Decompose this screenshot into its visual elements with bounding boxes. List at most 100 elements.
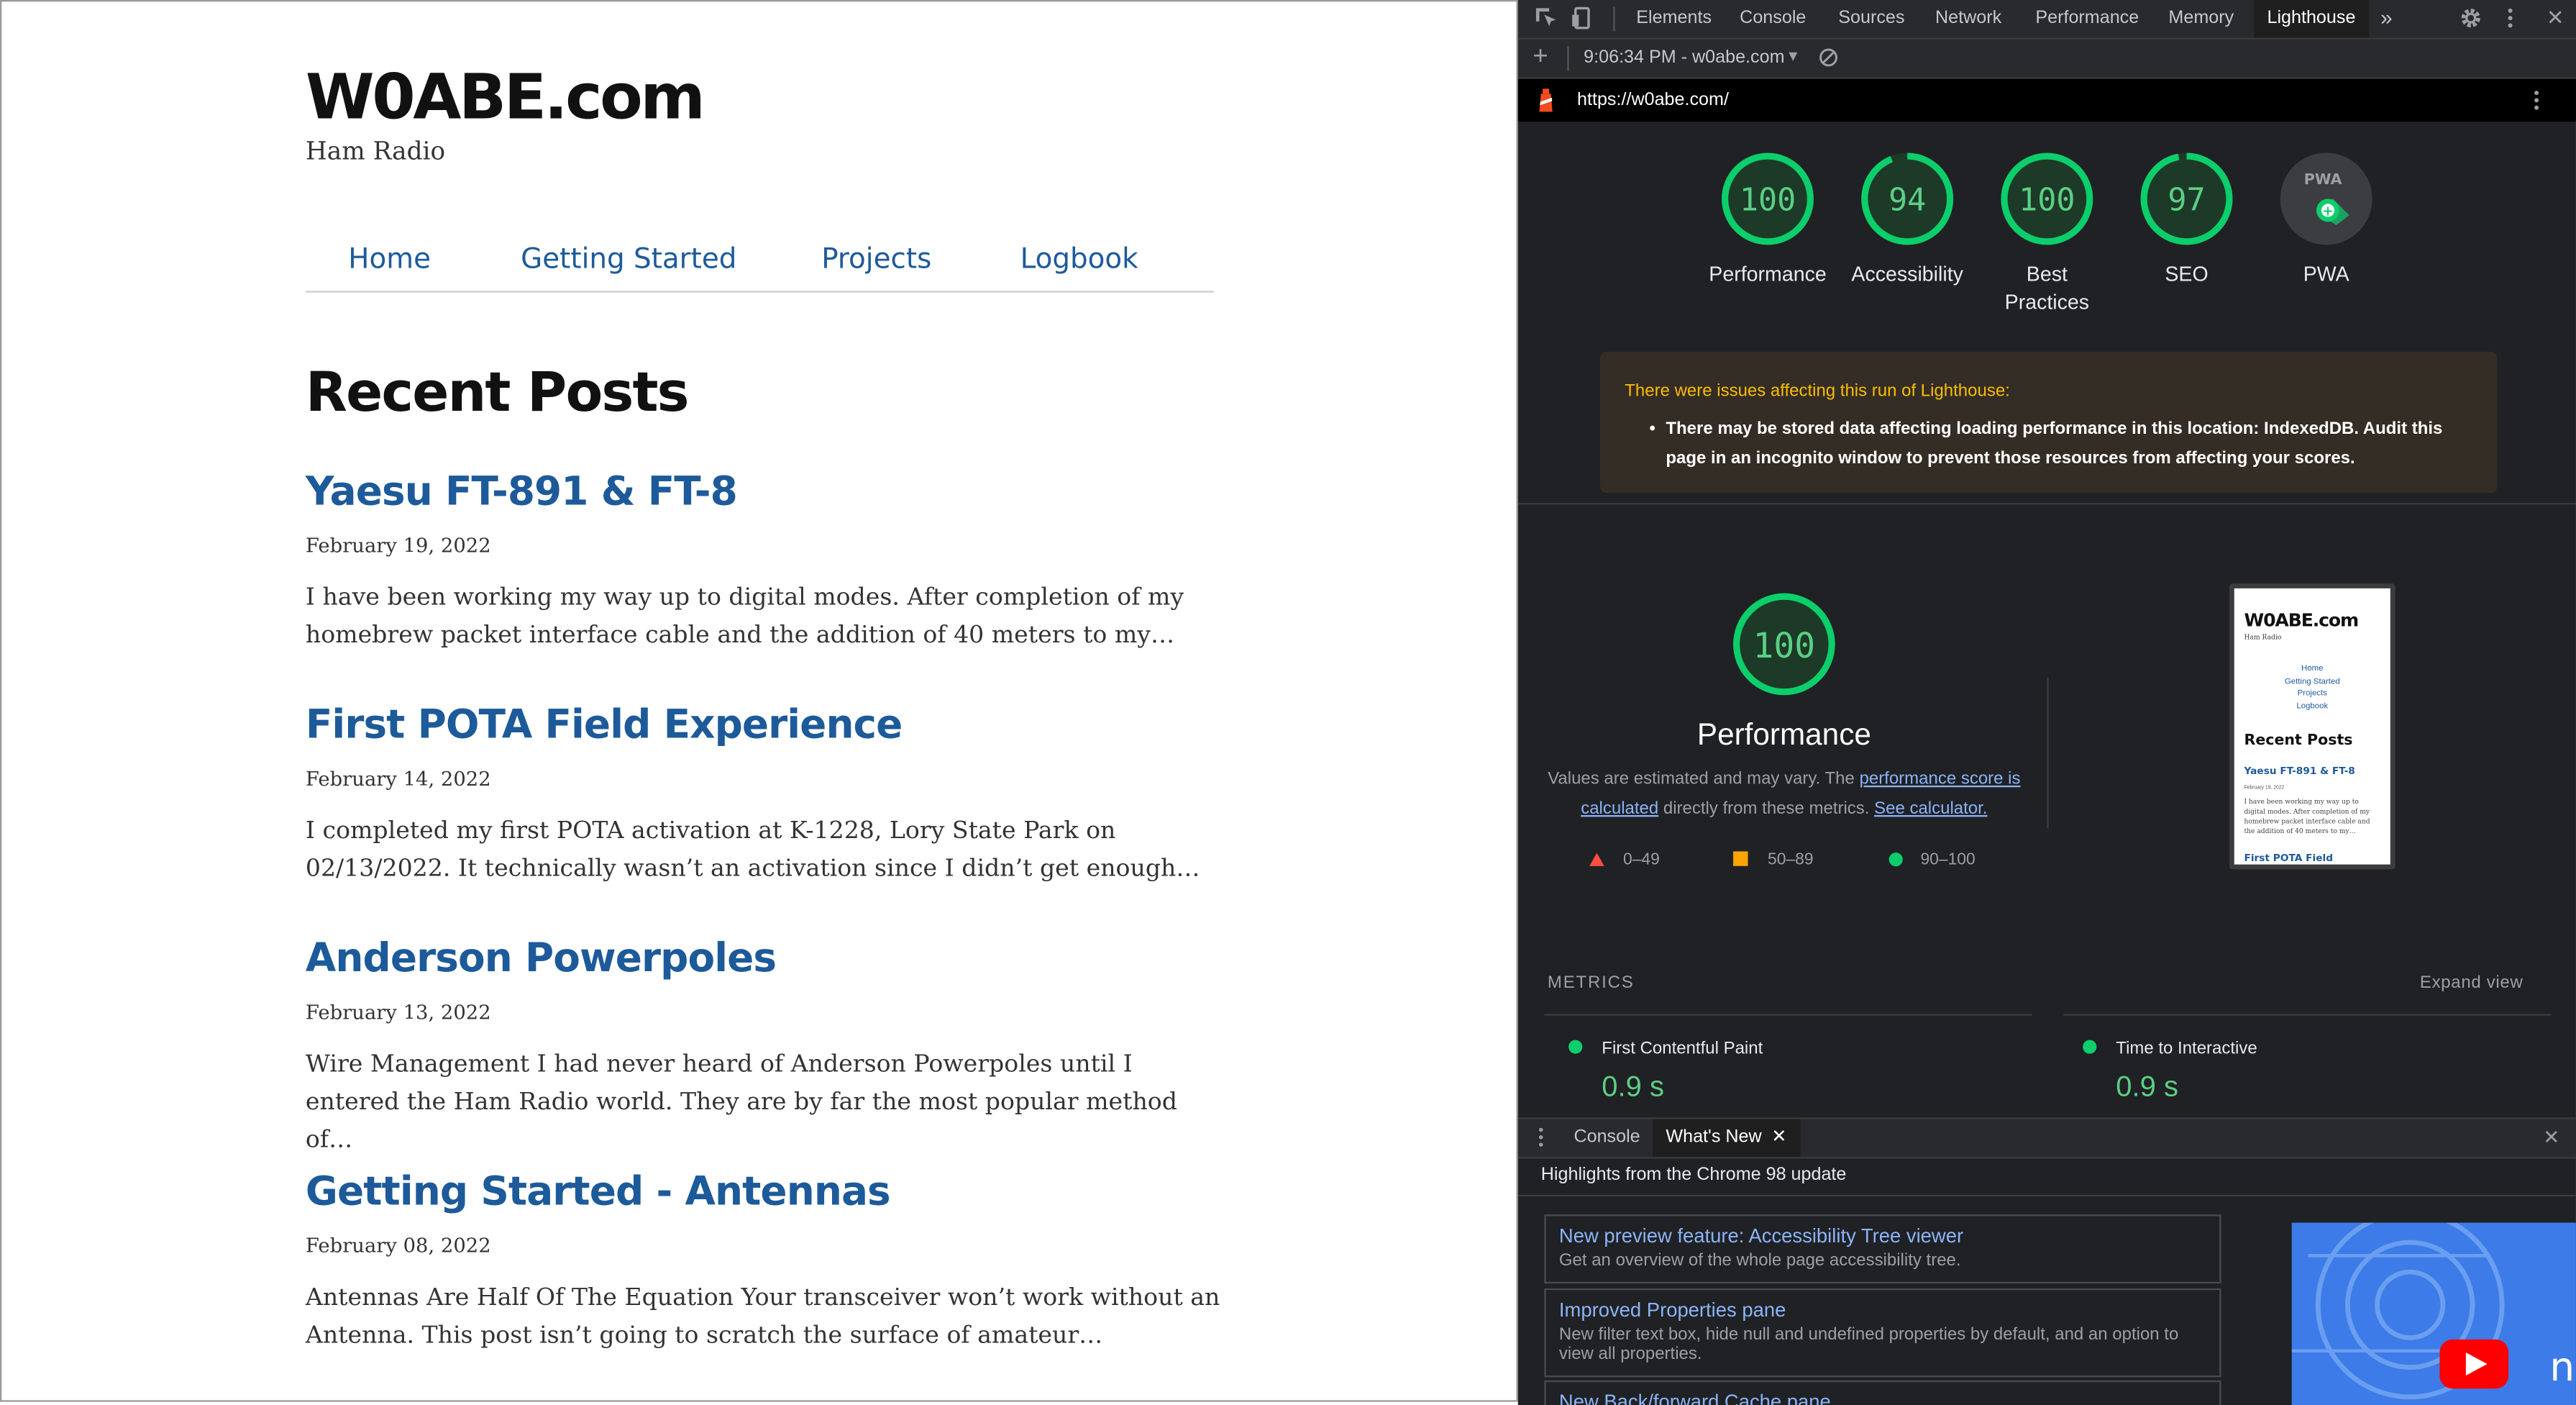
post-title-link[interactable]: Anderson Powerpoles bbox=[306, 935, 1225, 981]
clear-reports-icon[interactable] bbox=[1819, 47, 1838, 72]
see-calculator-link[interactable]: See calculator. bbox=[1874, 798, 1987, 817]
report-menu-icon[interactable] bbox=[2531, 88, 2541, 117]
close-devtools-icon[interactable]: ✕ bbox=[2547, 5, 2564, 32]
news-card[interactable]: Improved Properties pane New filter text… bbox=[1544, 1288, 2221, 1378]
final-screenshot-thumbnail[interactable]: W0ABE.com Ham Radio Home Getting Started P… bbox=[2229, 583, 2395, 870]
post-title-link[interactable]: First POTA Field Experience bbox=[306, 701, 1225, 747]
lighthouse-logo-icon bbox=[1536, 87, 1556, 118]
legend-pass: 90–100 bbox=[1920, 851, 1976, 870]
score-gauge-seo[interactable]: 97 SEO bbox=[2121, 150, 2252, 289]
post-title-link[interactable]: Yaesu FT-891 & FT-8 bbox=[306, 468, 1225, 514]
post-item: First POTA Field Experience February 14,… bbox=[306, 701, 1225, 888]
score-gauge-performance[interactable]: 100 Performance bbox=[1702, 150, 1834, 289]
site-logo[interactable]: W0ABE.com bbox=[306, 61, 705, 134]
thumb-post-date: February 19, 2022 bbox=[2244, 783, 2285, 791]
tab-performance[interactable]: Performance bbox=[2035, 8, 2139, 27]
nav-projects-link[interactable]: Projects bbox=[821, 243, 931, 276]
pass-circle-icon bbox=[2083, 1040, 2097, 1054]
close-drawer-icon[interactable]: ✕ bbox=[2543, 1126, 2559, 1149]
warning-message: • There may be stored data affecting loa… bbox=[1650, 416, 2470, 473]
inspect-element-icon[interactable] bbox=[1535, 6, 1558, 35]
nav-logbook-link[interactable]: Logbook bbox=[1020, 243, 1138, 276]
devtools-tab-bar: Elements Console Sources Network Perform… bbox=[1517, 0, 2576, 40]
new-report-icon[interactable]: + bbox=[1533, 42, 1548, 72]
bullet-icon: • bbox=[1649, 419, 1655, 439]
tab-memory[interactable]: Memory bbox=[2168, 8, 2234, 27]
score-label: Accessibility bbox=[1851, 263, 1963, 286]
close-tab-icon[interactable]: ✕ bbox=[1771, 1127, 1786, 1147]
nav-getting-started-link[interactable]: Getting Started bbox=[521, 243, 736, 276]
svg-text:PWA: PWA bbox=[2304, 170, 2342, 188]
score-gauge-accessibility[interactable]: 94 Accessibility bbox=[1842, 150, 1973, 289]
news-title-link[interactable]: New preview feature: Accessibility Tree … bbox=[1559, 1224, 2219, 1247]
warning-box: There were issues affecting this run of … bbox=[1600, 351, 2498, 494]
tab-network[interactable]: Network bbox=[1935, 8, 2001, 27]
section-divider bbox=[1517, 1194, 2576, 1197]
tab-sources[interactable]: Sources bbox=[1838, 8, 1904, 27]
drawer-tab-console[interactable]: Console bbox=[1574, 1127, 1640, 1147]
report-url[interactable]: https://w0abe.com/ bbox=[1577, 91, 1729, 110]
drawer-tab-whats-new[interactable]: What's New ✕ bbox=[1653, 1119, 1800, 1158]
site-tagline: Ham Radio bbox=[305, 136, 446, 166]
perf-score-value: 100 bbox=[1753, 626, 1816, 666]
expand-view-toggle[interactable]: Expand view bbox=[2420, 973, 2524, 992]
tab-lighthouse[interactable]: Lighthouse bbox=[2254, 0, 2369, 38]
tab-elements[interactable]: Elements bbox=[1636, 8, 1712, 27]
metric-value: 0.9 s bbox=[2116, 1070, 2179, 1103]
score-gauge-best-practices[interactable]: 100 Best Practices bbox=[1981, 150, 2113, 317]
post-excerpt: I have been working my way up to digital… bbox=[305, 585, 1184, 650]
gauge-ring: 94 bbox=[1861, 153, 1954, 245]
thumb-post-excerpt: I have been working my way up to digital… bbox=[2244, 796, 2370, 835]
news-description: New filter text box, hide null and undef… bbox=[1558, 1324, 2179, 1365]
news-title-link[interactable]: Improved Properties pane bbox=[1559, 1299, 2219, 1322]
dropdown-caret-icon[interactable]: ▼ bbox=[1786, 47, 1800, 64]
pwa-badge-icon: PWA + bbox=[2280, 153, 2372, 245]
report-selector[interactable]: 9:06:34 PM - w0abe.com bbox=[1584, 47, 1784, 67]
device-toolbar-icon[interactable] bbox=[1571, 6, 1594, 35]
metrics-heading: METRICS bbox=[1547, 973, 1635, 993]
post-date: February 13, 2022 bbox=[305, 1001, 491, 1024]
settings-gear-icon[interactable] bbox=[2459, 6, 2483, 35]
youtube-play-icon[interactable] bbox=[2439, 1339, 2509, 1389]
news-title-link[interactable]: New Back/forward Cache pane bbox=[1559, 1391, 2219, 1405]
gauge-ring: 100 bbox=[1722, 153, 1814, 245]
post-excerpt: Antennas Are Half Of The Equation Your t… bbox=[305, 1285, 1220, 1350]
gauge-ring: 97 bbox=[2140, 153, 2233, 245]
metric-name: Time to Interactive bbox=[2116, 1038, 2257, 1059]
vertical-divider bbox=[2047, 677, 2049, 829]
average-square-icon bbox=[1733, 851, 1748, 866]
post-item: Getting Started - Antennas February 08, … bbox=[306, 1168, 1225, 1355]
metric-divider bbox=[2063, 1014, 2552, 1016]
pass-circle-icon bbox=[1568, 1040, 1583, 1054]
score-gauge-pwa[interactable]: PWA + PWA bbox=[2260, 150, 2392, 289]
news-card[interactable]: New Back/forward Cache pane bbox=[1544, 1380, 2221, 1405]
site-nav: Home Getting Started Projects Logbook bbox=[305, 237, 1215, 293]
drawer-menu-icon[interactable] bbox=[1538, 1126, 1544, 1154]
tab-console[interactable]: Console bbox=[1740, 8, 1806, 27]
score-label: Performance bbox=[1709, 263, 1827, 286]
warning-title: There were issues affecting this run of … bbox=[1625, 381, 2010, 401]
news-card[interactable]: New preview feature: Accessibility Tree … bbox=[1544, 1214, 2221, 1284]
post-excerpt: I completed my first POTA activation at … bbox=[305, 818, 1200, 883]
video-thumbnail[interactable]: n bbox=[2291, 1222, 2576, 1405]
whats-new-heading: Highlights from the Chrome 98 update bbox=[1540, 1165, 1847, 1186]
thumb-tagline: Ham Radio bbox=[2244, 632, 2282, 641]
score-label: Best Practices bbox=[2004, 263, 2090, 314]
legend-fail: 0–49 bbox=[1622, 851, 1660, 870]
post-date: February 19, 2022 bbox=[305, 534, 491, 558]
pass-circle-icon bbox=[1888, 852, 1903, 867]
score-value: 97 bbox=[2168, 182, 2205, 218]
post-item: Yaesu FT-891 & FT-8 February 19, 2022 I … bbox=[306, 468, 1225, 655]
post-title-link[interactable]: Getting Started - Antennas bbox=[306, 1168, 1225, 1214]
metric-divider bbox=[1544, 1014, 2032, 1016]
lighthouse-run-bar: + 9:06:34 PM - w0abe.com ▼ bbox=[1517, 39, 2576, 79]
nav-home-link[interactable]: Home bbox=[348, 243, 431, 276]
thumb-heading: Recent Posts bbox=[2244, 732, 2353, 750]
devtools-panel: Elements Console Sources Network Perform… bbox=[1517, 0, 2576, 1405]
more-tabs-icon[interactable]: » bbox=[2380, 5, 2393, 29]
kebab-menu-icon[interactable] bbox=[2506, 6, 2516, 35]
score-value: 100 bbox=[1740, 182, 1796, 218]
post-item: Anderson Powerpoles February 13, 2022 Wi… bbox=[306, 935, 1225, 1160]
video-caption-fragment: n bbox=[2549, 1344, 2575, 1391]
perf-title: Performance bbox=[1696, 716, 1871, 751]
